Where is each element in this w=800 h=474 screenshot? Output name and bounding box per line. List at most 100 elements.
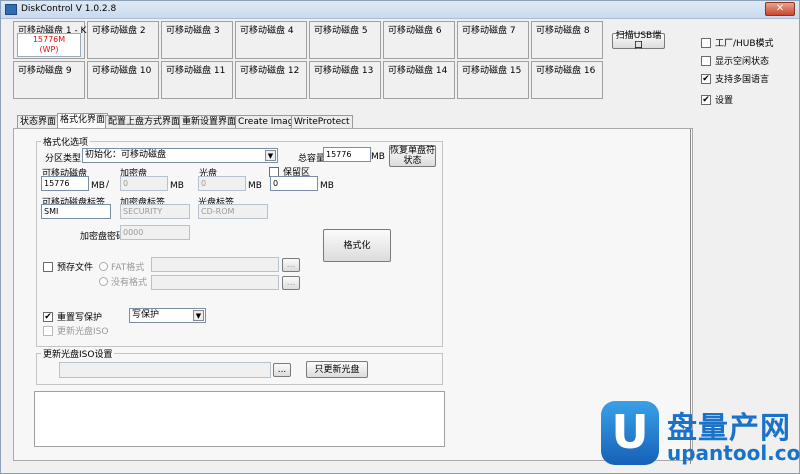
total-capacity-input[interactable]: 15776	[323, 147, 371, 162]
checkbox-label: 预存文件	[57, 263, 94, 273]
factory-hub-mode-checkbox[interactable]: 工厂/HUB模式	[701, 36, 774, 49]
checkbox-box[interactable]: ✔	[43, 311, 53, 322]
reserve-unit: MB	[320, 181, 334, 191]
encrypted-tag-input: SECURITY	[120, 204, 190, 219]
disk-label: 可移动磁盘 13	[314, 66, 374, 76]
tab-reset[interactable]: 重新设置界面	[179, 115, 240, 129]
settings-checkbox[interactable]: ✔ 设置	[701, 93, 733, 106]
group-title: 更新光盘ISO设置	[41, 347, 115, 360]
multi-language-checkbox[interactable]: ✔ 支持多国语言	[701, 72, 769, 85]
log-textarea[interactable]	[34, 391, 445, 447]
disk-slot-6[interactable]: 可移动磁盘 6	[383, 21, 455, 59]
encrypted-unit: MB	[170, 181, 184, 191]
partition-type-select[interactable]: 初始化：可移动磁盘 ▼	[82, 148, 278, 163]
writeprotect-select[interactable]: 写保护 ▼	[129, 308, 206, 323]
logo-url: upantool.com	[667, 441, 800, 465]
disk-slot-13[interactable]: 可移动磁盘 13	[309, 61, 381, 99]
chevron-down-icon[interactable]: ▼	[193, 310, 204, 321]
logo-u-icon: U	[601, 401, 659, 465]
disk-label: 可移动磁盘 4	[240, 26, 294, 36]
cd-tag-input: CD-ROM	[198, 204, 268, 219]
tab-status[interactable]: 状态界面	[17, 115, 60, 129]
disk-slot-2[interactable]: 可移动磁盘 2	[87, 21, 159, 59]
tab-config[interactable]: 配置上盘方式界面	[105, 115, 184, 129]
checkbox-box[interactable]	[269, 166, 279, 177]
checkbox-label: 重置写保护	[57, 313, 103, 323]
disk-label: 可移动磁盘 2	[92, 26, 146, 36]
checkbox-box[interactable]: ✔	[701, 94, 711, 105]
restore-single-drive-button[interactable]: 恢复单盘符状态	[389, 145, 436, 167]
checkbox-label: 支持多国语言	[715, 75, 770, 85]
iso-browse-button[interactable]: ...	[273, 363, 291, 377]
disk-label: 可移动磁盘 5	[314, 26, 368, 36]
removable-tag-input[interactable]: SMI	[41, 204, 111, 219]
disk-label: 可移动磁盘 10	[92, 66, 152, 76]
disk-label: 可移动磁盘 15	[462, 66, 522, 76]
format-button[interactable]: 格式化	[323, 229, 391, 262]
disk-slot-3[interactable]: 可移动磁盘 3	[161, 21, 233, 59]
watermark-logo: U 盘量产网 upantool.com	[601, 401, 800, 467]
cd-unit: MB	[248, 181, 262, 191]
disk-slot-12[interactable]: 可移动磁盘 12	[235, 61, 307, 99]
disk-label: 可移动磁盘 12	[240, 66, 300, 76]
disk-slot-14[interactable]: 可移动磁盘 14	[383, 61, 455, 99]
disk-slot-9[interactable]: 可移动磁盘 9	[13, 61, 85, 99]
fat-path-input	[151, 257, 279, 272]
slash-separator: /	[106, 180, 110, 190]
radio-button	[99, 262, 108, 271]
app-icon	[5, 4, 17, 15]
disk-slot-1[interactable]: 可移动磁盘 1 - K: 15776M (WP)	[13, 21, 90, 59]
disk-label: 可移动磁盘 11	[166, 66, 226, 76]
disk-label: 可移动磁盘 9	[18, 66, 72, 76]
radio-button	[99, 277, 108, 286]
main-window: DiskControl V 1.0.2.8 ✕ 可移动磁盘 1 - K: 157…	[0, 0, 800, 474]
checkbox-label: 设置	[715, 96, 734, 106]
cd-size-input: 0	[198, 176, 246, 191]
reserve-size-input[interactable]: 0	[270, 176, 318, 191]
disk-size: 15776M	[32, 35, 66, 44]
disk-wp: (WP)	[39, 45, 59, 54]
disk-slot-8[interactable]: 可移动磁盘 8	[531, 21, 603, 59]
disk-label: 可移动磁盘 6	[388, 26, 442, 36]
checkbox-box[interactable]: ✔	[701, 73, 711, 84]
disk-slot-16[interactable]: 可移动磁盘 16	[531, 61, 603, 99]
iso-path-input	[59, 362, 271, 378]
disk-slot-11[interactable]: 可移动磁盘 11	[161, 61, 233, 99]
checkbox-label: 工厂/HUB模式	[715, 39, 774, 49]
disk-slot-15[interactable]: 可移动磁盘 15	[457, 61, 529, 99]
removable-unit: MB	[91, 181, 105, 191]
fat-format-radio: FAT格式	[99, 260, 144, 273]
tab-writeprotect[interactable]: WriteProtect	[291, 115, 353, 129]
checkbox-label: 更新光盘ISO	[57, 327, 109, 337]
prestore-files-checkbox[interactable]: 预存文件	[43, 260, 93, 273]
noformat-browse-button: ...	[282, 276, 300, 290]
total-capacity-label: 总容量	[298, 154, 326, 164]
removable-size-input[interactable]: 15776	[41, 176, 89, 191]
checkbox-box[interactable]	[701, 55, 711, 66]
disk-slot-10[interactable]: 可移动磁盘 10	[87, 61, 159, 99]
disk-slot-7[interactable]: 可移动磁盘 7	[457, 21, 529, 59]
reset-writeprotect-checkbox[interactable]: ✔ 重置写保护	[43, 310, 102, 323]
disk-info: 15776M (WP)	[17, 33, 81, 57]
format-panel: 格式化选项 分区类型 初始化：可移动磁盘 ▼ 总容量 15776 MB 恢复单盘…	[13, 128, 693, 461]
disk-label: 可移动磁盘 8	[536, 26, 590, 36]
chevron-down-icon[interactable]: ▼	[265, 150, 276, 161]
close-button[interactable]: ✕	[765, 2, 795, 16]
checkbox-box[interactable]	[43, 261, 53, 272]
encrypted-password-label: 加密盘密码	[80, 232, 126, 242]
radio-label: FAT格式	[111, 263, 145, 273]
total-unit: MB	[371, 152, 385, 162]
checkbox-box	[43, 325, 53, 336]
title-bar: DiskControl V 1.0.2.8 ✕	[1, 1, 799, 19]
disk-label: 可移动磁盘 7	[462, 26, 516, 36]
disk-slot-5[interactable]: 可移动磁盘 5	[309, 21, 381, 59]
show-idle-checkbox[interactable]: 显示空闲状态	[701, 54, 769, 67]
disk-label: 可移动磁盘 14	[388, 66, 448, 76]
checkbox-box[interactable]	[701, 37, 711, 48]
scan-usb-button[interactable]: 扫描USB端口	[612, 31, 665, 51]
disk-slot-4[interactable]: 可移动磁盘 4	[235, 21, 307, 59]
checkbox-label: 显示空闲状态	[715, 57, 770, 67]
update-cd-only-button[interactable]: 只更新光盘	[306, 361, 368, 378]
radio-label: 没有格式	[111, 278, 148, 288]
partition-type-value: 初始化：可移动磁盘	[85, 150, 167, 160]
